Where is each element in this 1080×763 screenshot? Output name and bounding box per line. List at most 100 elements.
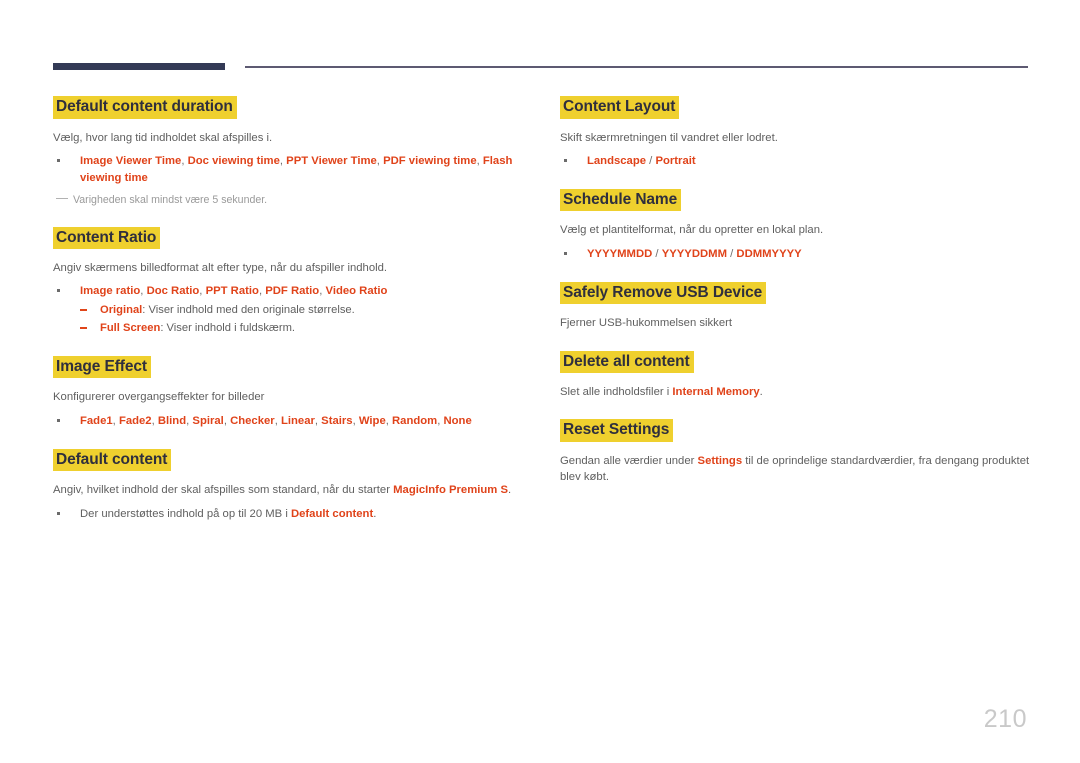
subbullet-run-0[interactable]: Original: [100, 304, 142, 316]
section-heading: Default content duration: [53, 96, 533, 119]
bullet-text: Der understøttes indhold på op til 20 MB…: [80, 508, 376, 520]
bullet-run-2[interactable]: YYYYDDMM: [662, 248, 727, 260]
section-body-text: Skift skærmretningen til vandret eller l…: [560, 131, 778, 144]
sub-bullet-list: Original: Viser indhold med den original…: [80, 302, 533, 337]
bullet-item: Image ratio, Doc Ratio, PPT Ratio, PDF R…: [53, 283, 533, 337]
bullet-run-8[interactable]: Checker: [230, 415, 275, 427]
bullet-run-6[interactable]: Spiral: [192, 415, 223, 427]
bullet-run-2[interactable]: Doc Ratio: [147, 285, 200, 297]
bullet-text: YYYYMMDD / YYYYDDMM / DDMMYYYY: [587, 248, 802, 260]
section: Default content Angiv, hvilket indhold de…: [53, 448, 533, 523]
bullet-run-4[interactable]: Blind: [158, 415, 186, 427]
bullet-run-0[interactable]: Fade1: [80, 415, 113, 427]
bullet-list: Image ratio, Doc Ratio, PPT Ratio, PDF R…: [53, 283, 533, 337]
bullet-run-4[interactable]: PPT Viewer Time: [286, 155, 377, 167]
section-heading: Content Ratio: [53, 226, 533, 250]
bullet-run-10[interactable]: Linear: [281, 415, 315, 427]
section: Image Effect Konfigurerer overgangseffekt…: [53, 355, 533, 430]
body-run-0: Slet alle indholdsfiler i: [560, 386, 673, 398]
section-heading-highlight: Default content: [53, 448, 172, 472]
subbullet-run-0[interactable]: Full Screen: [100, 322, 160, 334]
sub-bullet-text: Full Screen: Viser indhold i fuldskærm.: [100, 322, 295, 334]
bullet-list: YYYYMMDD / YYYYDDMM / DDMMYYYY: [560, 246, 1030, 263]
bullet-run-0[interactable]: YYYYMMDD: [587, 248, 652, 260]
section-body-text: Konfigurerer overgangseffekter for bille…: [53, 391, 265, 404]
subbullet-run-1: : Viser indhold i fuldskærm.: [160, 322, 296, 335]
bullet-list: Image Viewer Time, Doc viewing time, PPT…: [53, 153, 533, 187]
bullet-run-4[interactable]: PPT Ratio: [206, 285, 259, 297]
section-heading-highlight: Safely Remove USB Device: [560, 281, 767, 305]
bullet-text: Image Viewer Time, Doc viewing time, PPT…: [80, 155, 512, 184]
body-run-0: Angiv, hvilket indhold der skal afspille…: [53, 484, 394, 497]
section-heading: Schedule Name: [560, 188, 1030, 212]
section-heading-highlight: Image Effect: [53, 355, 151, 379]
section-heading-highlight: Content Ratio: [53, 226, 161, 250]
sub-bullet-dash-icon: [80, 327, 87, 329]
bullet-run-1[interactable]: Default content: [291, 508, 373, 520]
section-body-text: Vælg, hvor lang tid indholdet skal afspi…: [53, 131, 273, 144]
section-body-text: Angiv skærmens billedformat alt efter ty…: [53, 262, 388, 275]
bullet-run-0[interactable]: Landscape: [587, 155, 646, 167]
section: Content Layout Skift skærmretningen til v…: [560, 96, 1030, 170]
bullet-run-6[interactable]: PDF Ratio: [265, 285, 319, 297]
bullet-item: Landscape / Portrait: [560, 153, 1030, 170]
sub-bullet-dash-icon: [80, 309, 87, 311]
section: Safely Remove USB Device Fjerner USB-huko…: [560, 281, 1030, 332]
page-header-rule: [53, 63, 1028, 75]
section-note: Varigheden skal mindst være 5 sekunder.: [56, 193, 533, 208]
section: Reset Settings Gendan alle værdier under …: [560, 419, 1030, 485]
section-heading-highlight: Reset Settings: [560, 419, 674, 442]
subbullet-run-1: : Viser indhold med den originale større…: [142, 304, 355, 317]
content-column-left: Default content duration Vælg, hvor lang …: [53, 96, 533, 542]
section-heading-highlight: Content Layout: [560, 96, 680, 119]
bullet-run-2[interactable]: Portrait: [655, 155, 695, 167]
section: Content Ratio Angiv skærmens billedformat…: [53, 226, 533, 337]
section-body-text: Angiv, hvilket indhold der skal afspille…: [53, 482, 533, 498]
bullet-item: Image Viewer Time, Doc viewing time, PPT…: [53, 153, 533, 187]
bullet-run-18[interactable]: None: [444, 415, 472, 427]
body-run-2: .: [759, 386, 763, 398]
bullet-run-4[interactable]: DDMMYYYY: [736, 248, 801, 260]
bullet-run-0: Der understøttes indhold på op til 20 MB…: [80, 507, 291, 520]
sub-bullet-text: Original: Viser indhold med den original…: [100, 304, 355, 316]
section-heading-highlight: Delete all content: [560, 350, 694, 373]
bullet-text: Image ratio, Doc Ratio, PPT Ratio, PDF R…: [80, 285, 387, 297]
body-run-2: .: [508, 484, 512, 497]
bullet-run-1: /: [652, 247, 662, 260]
note-dash-icon: [56, 197, 68, 200]
bullet-list: Landscape / Portrait: [560, 153, 1030, 170]
bullet-run-6[interactable]: PDF viewing time: [383, 155, 477, 167]
body-run-1[interactable]: MagicInfo Premium S: [393, 484, 508, 496]
bullet-run-0[interactable]: Image Viewer Time: [80, 155, 181, 167]
bullet-dot-icon: [564, 251, 567, 255]
bullet-dot-icon: [564, 158, 567, 162]
section-heading-highlight: Schedule Name: [560, 188, 682, 212]
sub-bullet-item: Original: Viser indhold med den original…: [80, 302, 533, 319]
bullet-run-8[interactable]: Video Ratio: [325, 285, 387, 297]
section: Delete all content Slet alle indholdsfile…: [560, 350, 1030, 401]
header-rule-thin-segment: [245, 66, 1028, 68]
bullet-run-2[interactable]: Doc viewing time: [188, 155, 280, 167]
section-body-text: Gendan alle værdier under Settings til d…: [560, 453, 1030, 486]
bullet-run-3: /: [726, 247, 737, 260]
section: Default content duration Vælg, hvor lang …: [53, 96, 533, 208]
bullet-dot-icon: [57, 511, 60, 515]
bullet-run-14[interactable]: Wipe: [359, 415, 386, 427]
section-heading: Delete all content: [560, 350, 1030, 373]
bullet-run-16[interactable]: Random: [392, 415, 437, 427]
section: Schedule Name Vælg et plantitelformat, nå…: [560, 188, 1030, 263]
bullet-item: YYYYMMDD / YYYYDDMM / DDMMYYYY: [560, 246, 1030, 263]
bullet-run-12[interactable]: Stairs: [321, 415, 352, 427]
bullet-run-2: .: [373, 507, 377, 520]
bullet-run-2[interactable]: Fade2: [119, 415, 152, 427]
bullet-item: Der understøttes indhold på op til 20 MB…: [53, 506, 533, 523]
section-heading-highlight: Default content duration: [53, 96, 237, 119]
bullet-run-0[interactable]: Image ratio: [80, 285, 140, 297]
section-body-text: Vælg et plantitelformat, når du opretter…: [560, 224, 824, 237]
body-run-1[interactable]: Internal Memory: [672, 386, 759, 398]
body-run-1[interactable]: Settings: [698, 455, 743, 467]
note-text: Varigheden skal mindst være 5 sekunder.: [73, 193, 268, 206]
section-body-text: Slet alle indholdsfiler i Internal Memor…: [560, 384, 1030, 400]
bullet-list: Fade1, Fade2, Blind, Spiral, Checker, Li…: [53, 413, 533, 430]
page-number: 210: [983, 705, 1027, 733]
